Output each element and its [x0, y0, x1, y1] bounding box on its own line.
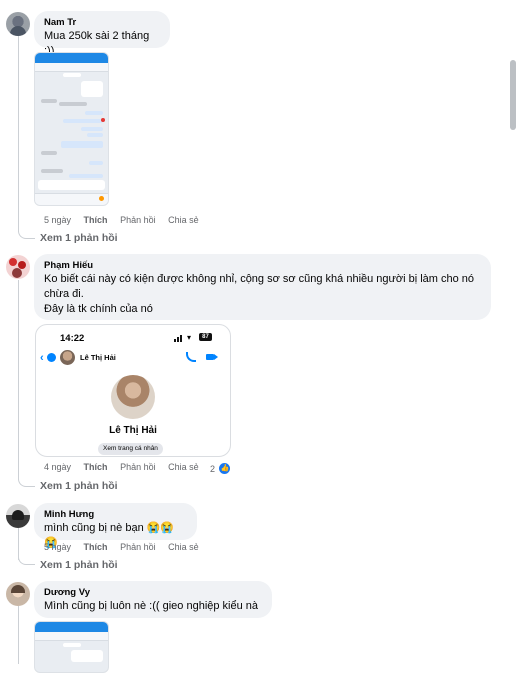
reply-connector — [18, 548, 35, 565]
comment-bubble: Nam Tr Mua 250k sài 2 tháng :)) — [34, 11, 170, 57]
view-replies-link[interactable]: Xem 1 phản hồi — [40, 480, 118, 492]
comment-author[interactable]: Minh Hưng — [44, 509, 187, 521]
thread-connector — [18, 606, 19, 664]
share-button[interactable]: Chia sẻ — [168, 462, 199, 472]
battery-level: 87 — [202, 334, 209, 340]
avatar[interactable] — [6, 12, 30, 36]
reply-connector — [18, 470, 35, 487]
like-button[interactable]: Thích — [84, 462, 108, 472]
view-replies-link[interactable]: Xem 1 phản hồi — [40, 232, 118, 244]
chat-screenshot-attachment[interactable] — [34, 621, 109, 673]
scrollbar-thumb[interactable] — [510, 60, 516, 130]
comment-author[interactable]: Phạm Hiếu — [44, 260, 481, 272]
avatar[interactable] — [6, 255, 30, 279]
comment-actions: 4 ngày Thích Phản hồi Chia sẻ — [44, 462, 209, 472]
share-button[interactable]: Chia sẻ — [168, 215, 199, 225]
avatar[interactable] — [6, 582, 30, 606]
comment-actions: 5 ngày Thích Phản hồi Chia sẻ — [44, 542, 209, 552]
reply-button[interactable]: Phản hồi — [120, 462, 156, 472]
status-clock: 14:22 — [60, 333, 85, 344]
comment-text: Mình cũng bị luôn nè :(( gieo nghiệp kiể… — [44, 600, 259, 612]
view-profile-button: Xem trang cá nhân — [98, 443, 163, 455]
timestamp[interactable]: 5 ngày — [44, 215, 71, 225]
like-button[interactable]: Thích — [84, 215, 108, 225]
contact-avatar — [60, 350, 75, 365]
video-call-icon — [206, 354, 214, 360]
profile-photo — [111, 375, 155, 419]
view-replies-link[interactable]: Xem 1 phản hồi — [40, 559, 118, 571]
thread-connector — [18, 280, 19, 480]
like-button[interactable]: Thích — [84, 542, 108, 552]
comment-actions: 5 ngày Thích Phản hồi Chia sẻ — [44, 215, 209, 225]
comment-text-line: chừa đi. — [44, 288, 84, 300]
comment-bubble: Minh Hưng mình cũng bị nè bạn 😭😭😭 — [34, 503, 197, 549]
reply-button[interactable]: Phản hồi — [120, 215, 156, 225]
like-reaction-icon: 👍 — [219, 463, 231, 475]
thread-connector — [18, 36, 19, 232]
reaction-count: 2 — [210, 463, 216, 474]
timestamp[interactable]: 5 ngày — [44, 542, 71, 552]
contact-name: Lê Thị Hải — [80, 353, 116, 362]
comment-text-line: Ko biết cái này có kiện được không nhỉ, … — [44, 273, 475, 285]
comment-text-line: Đây là tk chính của nó — [44, 303, 153, 315]
battery-badge: 87 — [199, 333, 212, 341]
profile-name: Lê Thị Hải — [109, 425, 157, 436]
reaction-summary[interactable]: 2 👍 — [210, 460, 231, 475]
reply-connector — [18, 222, 35, 239]
signal-icon — [174, 335, 184, 342]
phone-icon — [186, 352, 196, 362]
timestamp[interactable]: 4 ngày — [44, 462, 71, 472]
share-button[interactable]: Chia sẻ — [168, 542, 199, 552]
back-chevron-icon: ‹ — [40, 352, 44, 364]
chat-screenshot-attachment[interactable] — [34, 52, 109, 206]
avatar[interactable] — [6, 504, 30, 528]
wifi-icon: ▾ — [187, 333, 192, 342]
comment-bubble: Dương Vy Mình cũng bị luôn nè :(( gieo n… — [34, 581, 272, 618]
unread-count-icon — [47, 353, 56, 362]
comment-bubble: Phạm Hiếu Ko biết cái này có kiện được k… — [34, 254, 491, 320]
reply-button[interactable]: Phản hồi — [120, 542, 156, 552]
video-call-icon-lens — [214, 354, 218, 360]
comment-author[interactable]: Dương Vy — [44, 587, 262, 599]
profile-screenshot-attachment[interactable]: 14:22 ▾ 87 ‹ Lê Thị Hải Lê Thị Hải Xem t… — [35, 324, 231, 457]
comment-author[interactable]: Nam Tr — [44, 17, 160, 29]
